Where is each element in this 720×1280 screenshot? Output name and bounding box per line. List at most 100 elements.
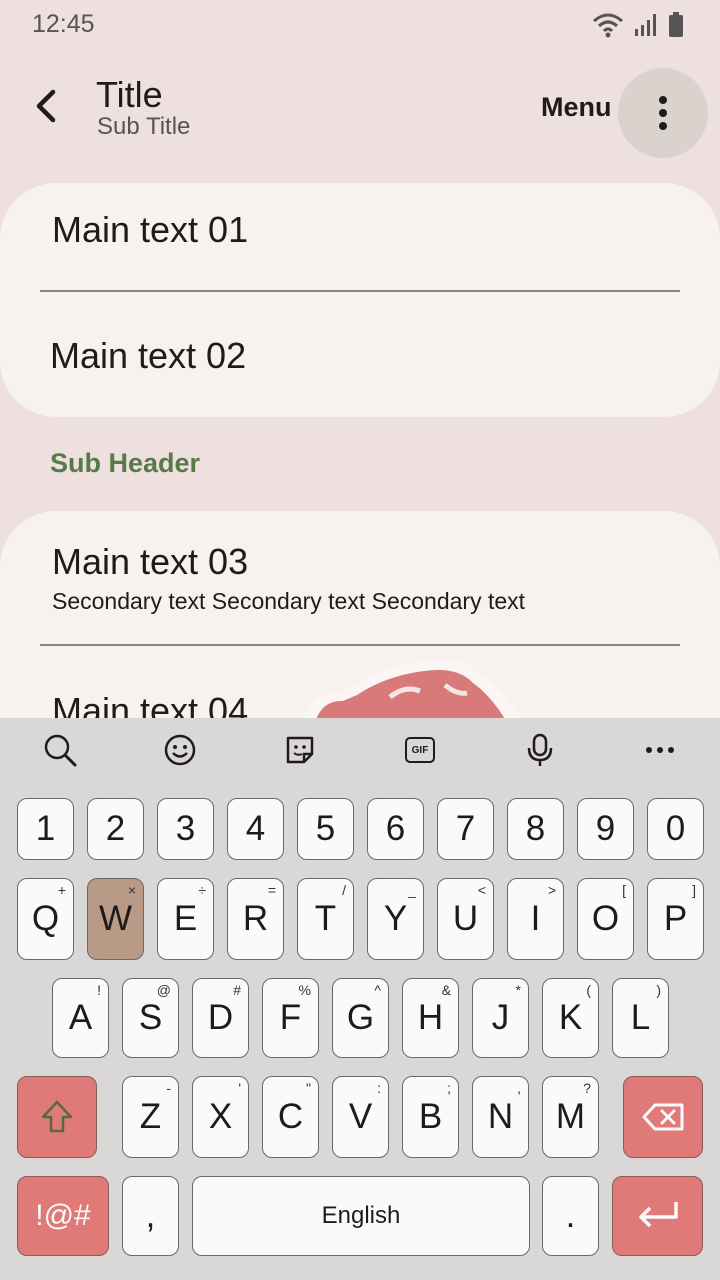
list-item-main-text: Main text 01 (52, 209, 249, 250)
key-label: Y (383, 899, 408, 938)
backspace-icon (642, 1103, 684, 1131)
key-hint: ; (447, 1080, 451, 1096)
menu-button[interactable]: Menu (541, 92, 612, 123)
key-hint: & (441, 982, 451, 998)
key-g[interactable]: G ^ (332, 978, 389, 1058)
more-icon[interactable] (642, 732, 678, 768)
key-hint: × (127, 882, 136, 898)
key-i[interactable]: I > (507, 878, 564, 960)
key-label: J (491, 998, 510, 1037)
more-options-button[interactable] (618, 68, 708, 158)
key-hint: [ (622, 882, 626, 898)
key-j[interactable]: J * (472, 978, 529, 1058)
key-u[interactable]: U < (437, 878, 494, 960)
key-v[interactable]: V: (332, 1076, 389, 1158)
key-z[interactable]: Z- (122, 1076, 179, 1158)
key-e[interactable]: E ÷ (157, 878, 214, 960)
key-7[interactable]: 7 (437, 798, 494, 860)
key-label: U (452, 899, 479, 938)
key-label: G (346, 998, 375, 1037)
key-1[interactable]: 1 (17, 798, 74, 860)
key-3[interactable]: 3 (157, 798, 214, 860)
key-hint: , (517, 1080, 521, 1096)
key-m[interactable]: M? (542, 1076, 599, 1158)
emoji-icon[interactable] (162, 732, 198, 768)
key-2[interactable]: 2 (87, 798, 144, 860)
key-k[interactable]: K( (542, 978, 599, 1058)
list-item-02[interactable]: Main text 02 (0, 292, 720, 417)
key-label: W (98, 899, 133, 938)
key-hint: < (477, 882, 486, 898)
key-label: Q (31, 899, 60, 938)
keyboard-toolbar: GIF (0, 718, 720, 780)
key-y[interactable]: Y _ (367, 878, 424, 960)
shift-key[interactable] (17, 1076, 97, 1158)
key-6[interactable]: 6 (367, 798, 424, 860)
key-label: C (277, 1097, 304, 1136)
list-item-main-text: Main text 03 (52, 541, 249, 582)
key-label: D (207, 998, 234, 1037)
space-key[interactable]: English (192, 1176, 530, 1256)
list-item-01[interactable]: Main text 01 (0, 183, 720, 291)
key-l[interactable]: L) (612, 978, 669, 1058)
enter-icon (638, 1202, 678, 1228)
list-item-03[interactable]: Main text 03 Secondary text Secondary te… (0, 511, 720, 644)
backspace-key[interactable] (623, 1076, 703, 1158)
key-q[interactable]: Q + (17, 878, 74, 960)
enter-key[interactable] (612, 1176, 703, 1256)
key-t[interactable]: T / (297, 878, 354, 960)
signal-icon (635, 14, 656, 36)
key-label: I (530, 899, 541, 938)
back-button[interactable] (22, 82, 70, 130)
key-label: S (138, 998, 163, 1037)
key-label: X (208, 1097, 233, 1136)
key-0[interactable]: 0 (647, 798, 704, 860)
key-label: A (68, 998, 93, 1037)
gif-icon[interactable]: GIF (402, 732, 438, 768)
search-icon[interactable] (42, 732, 78, 768)
key-label: T (314, 899, 337, 938)
key-p[interactable]: P] (647, 878, 704, 960)
key-c[interactable]: C " (262, 1076, 319, 1158)
key-h[interactable]: H & (402, 978, 459, 1058)
key-hint: : (377, 1080, 381, 1096)
key-5[interactable]: 5 (297, 798, 354, 860)
microphone-icon[interactable] (522, 732, 558, 768)
key-b[interactable]: B; (402, 1076, 459, 1158)
key-label: N (487, 1097, 514, 1136)
key-hint: ! (97, 982, 101, 998)
key-x[interactable]: X ' (192, 1076, 249, 1158)
key-o[interactable]: O[ (577, 878, 634, 960)
key-4[interactable]: 4 (227, 798, 284, 860)
key-label: Z (139, 1097, 162, 1136)
gif-label: GIF (405, 737, 435, 763)
list-item-secondary-text: Secondary text Secondary text Secondary … (52, 588, 526, 614)
key-hint: ? (583, 1080, 591, 1096)
key-r[interactable]: R = (227, 878, 284, 960)
key-f[interactable]: F% (262, 978, 319, 1058)
key-hint: ( (586, 982, 591, 998)
period-key[interactable]: . (542, 1176, 599, 1256)
sub-header: Sub Header (50, 448, 201, 478)
key-a[interactable]: A! (52, 978, 109, 1058)
key-d[interactable]: D # (192, 978, 249, 1058)
key-label: K (558, 998, 583, 1037)
chevron-left-icon (36, 89, 56, 123)
key-label: L (630, 998, 651, 1037)
key-hint: ÷ (198, 882, 206, 898)
app-bar: Title Sub Title Menu (0, 56, 720, 166)
key-hint: % (298, 982, 311, 998)
sticker-icon[interactable] (282, 732, 318, 768)
shift-arrow-icon (41, 1100, 73, 1133)
key-s[interactable]: S @ (122, 978, 179, 1058)
key-8[interactable]: 8 (507, 798, 564, 860)
key-w[interactable]: W × (87, 878, 144, 960)
comma-key[interactable]: , (122, 1176, 179, 1256)
symbols-key[interactable]: !@# (17, 1176, 109, 1256)
key-hint: / (342, 882, 346, 898)
key-hint: _ (408, 882, 416, 898)
key-9[interactable]: 9 (577, 798, 634, 860)
key-hint: * (515, 982, 521, 998)
key-hint: ' (238, 1080, 241, 1096)
key-n[interactable]: N, (472, 1076, 529, 1158)
